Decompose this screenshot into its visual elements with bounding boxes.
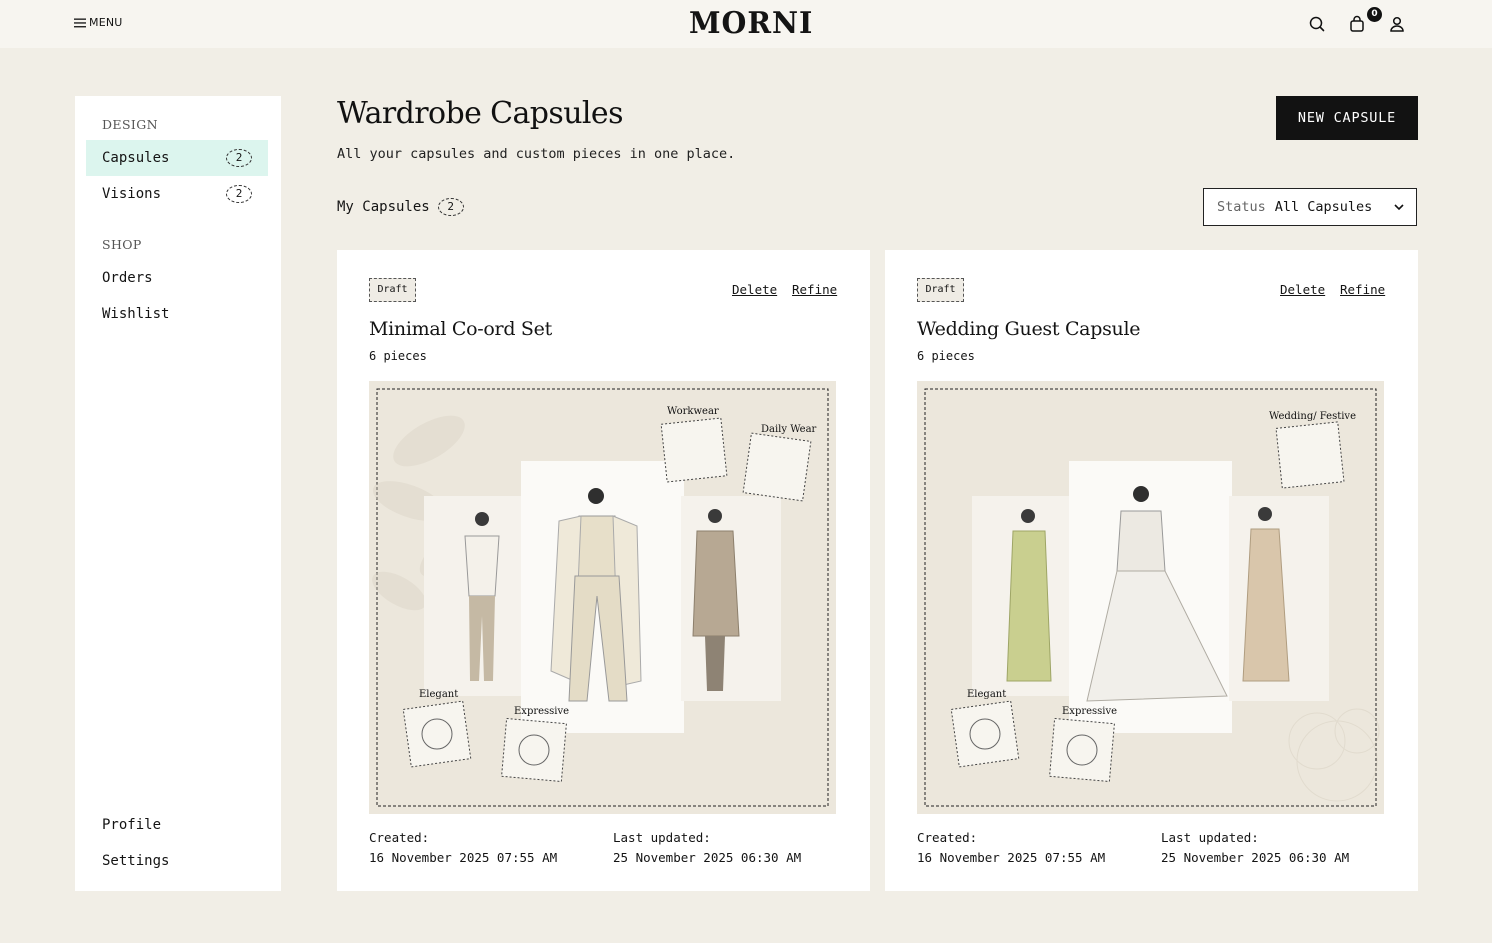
sidebar-item-label: Visions <box>102 186 162 202</box>
updated-label: Last updated: <box>1161 830 1259 845</box>
lace-pattern <box>1288 708 1380 802</box>
capsule-moodboard-image[interactable]: Workwear Daily Wear Elegant Expressive <box>369 381 836 814</box>
top-bar: MENU MORNI 0 <box>0 0 1492 48</box>
updated-value: 25 November 2025 06:30 AM <box>1161 850 1350 865</box>
sidebar-item-settings[interactable]: Settings <box>86 843 268 879</box>
menu-icon <box>74 18 86 28</box>
sidebar-item-wishlist[interactable]: Wishlist <box>86 296 268 332</box>
refine-link[interactable]: Refine <box>1340 282 1385 297</box>
user-icon[interactable] <box>1387 14 1407 34</box>
sidebar-item-capsules[interactable]: Capsules 2 <box>86 140 268 176</box>
sticker-elegant: Elegant <box>402 689 472 768</box>
delete-link[interactable]: Delete <box>732 282 777 297</box>
sidebar-item-label: Orders <box>102 270 153 286</box>
capsule-card: Draft Delete Refine Minimal Co-ord Set 6… <box>337 250 870 891</box>
svg-text:Workwear: Workwear <box>667 406 719 417</box>
chevron-down-icon <box>1393 201 1405 217</box>
visions-count-badge: 2 <box>226 185 252 203</box>
status-label: Status <box>1217 199 1266 215</box>
status-badge: Draft <box>369 278 416 302</box>
delete-link[interactable]: Delete <box>1280 282 1325 297</box>
sidebar: DESIGN Capsules 2 Visions 2 SHOP Orders … <box>75 96 281 891</box>
page-title: Wardrobe Capsules <box>337 96 623 131</box>
svg-text:Wedding/ Festive: Wedding/ Festive <box>1269 411 1356 422</box>
sticker-elegant: Elegant <box>950 689 1020 768</box>
status-value: All Capsules <box>1274 199 1373 215</box>
new-capsule-button[interactable]: NEW CAPSULE <box>1276 96 1418 140</box>
sidebar-item-label: Profile <box>102 817 162 833</box>
sidebar-section-shop: SHOP <box>102 237 142 252</box>
sidebar-item-label: Capsules <box>102 150 170 166</box>
svg-text:Daily Wear: Daily Wear <box>761 424 817 435</box>
created-label: Created: <box>369 830 430 845</box>
page-subtitle: All your capsules and custom pieces in o… <box>337 146 736 162</box>
svg-text:Expressive: Expressive <box>1062 706 1117 717</box>
refine-link[interactable]: Refine <box>792 282 837 297</box>
svg-text:Elegant: Elegant <box>967 689 1006 700</box>
capsule-title[interactable]: Minimal Co-ord Set <box>369 318 552 340</box>
capsule-card: Draft Delete Refine Wedding Guest Capsul… <box>885 250 1418 891</box>
sidebar-item-label: Wishlist <box>102 306 170 322</box>
menu-label: MENU <box>89 16 123 29</box>
sidebar-item-visions[interactable]: Visions 2 <box>86 176 268 212</box>
capsules-count-badge: 2 <box>226 149 252 167</box>
sticker-daily-wear: Daily Wear <box>742 424 817 502</box>
search-icon[interactable] <box>1307 14 1327 34</box>
my-capsules-label: My Capsules <box>337 199 430 215</box>
svg-text:Expressive: Expressive <box>514 706 569 717</box>
my-capsules-count: 2 <box>437 198 464 216</box>
logo[interactable]: MORNI <box>689 7 812 41</box>
piece-count: 6 pieces <box>917 349 975 363</box>
updated-label: Last updated: <box>613 830 711 845</box>
cart-count-badge: 0 <box>1367 7 1382 22</box>
sidebar-item-profile[interactable]: Profile <box>86 807 268 843</box>
created-value: 16 November 2025 07:55 AM <box>917 850 1106 865</box>
updated-value: 25 November 2025 06:30 AM <box>613 850 802 865</box>
sidebar-item-label: Settings <box>102 853 170 869</box>
menu-button[interactable]: MENU <box>74 16 123 29</box>
my-capsules-heading: My Capsules 2 <box>337 198 464 216</box>
created-label: Created: <box>917 830 978 845</box>
capsule-moodboard-image[interactable]: Wedding/ Festive Elegant Expressive <box>917 381 1384 814</box>
svg-text:Elegant: Elegant <box>419 689 458 700</box>
sidebar-section-design: DESIGN <box>102 117 158 132</box>
status-filter-select[interactable]: Status All Capsules <box>1203 188 1417 226</box>
bag-icon[interactable] <box>1347 14 1367 34</box>
sticker-wedding-festive: Wedding/ Festive <box>1269 411 1356 489</box>
capsule-title[interactable]: Wedding Guest Capsule <box>917 318 1140 340</box>
sidebar-item-orders[interactable]: Orders <box>86 260 268 296</box>
piece-count: 6 pieces <box>369 349 427 363</box>
sticker-workwear: Workwear <box>660 406 728 483</box>
status-badge: Draft <box>917 278 964 302</box>
created-value: 16 November 2025 07:55 AM <box>369 850 558 865</box>
fashion-figure <box>1006 509 1052 682</box>
